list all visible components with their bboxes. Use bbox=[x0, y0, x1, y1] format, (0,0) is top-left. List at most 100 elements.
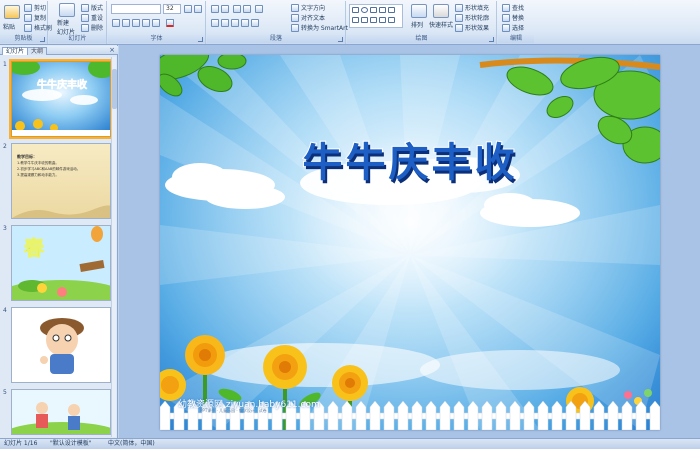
star-shape-icon[interactable] bbox=[361, 17, 368, 23]
arrow-shape-icon[interactable] bbox=[379, 7, 386, 13]
format-painter-button[interactable]: 格式刷 bbox=[24, 23, 52, 32]
line-shape-icon[interactable] bbox=[370, 7, 377, 13]
font-color-button[interactable] bbox=[166, 19, 174, 27]
triangle-shape-icon[interactable] bbox=[388, 7, 395, 13]
oval-shape-icon[interactable] bbox=[361, 7, 368, 13]
copy-label: 复制 bbox=[34, 15, 47, 22]
shapes-row-1 bbox=[351, 7, 396, 15]
arrange-icon bbox=[411, 4, 427, 18]
new-slide-button[interactable]: 新建 幻灯片 bbox=[57, 18, 75, 36]
drawing-launcher-icon[interactable] bbox=[489, 37, 494, 42]
align-right-button[interactable] bbox=[231, 19, 239, 27]
delete-button[interactable]: 删除 bbox=[81, 23, 103, 32]
rectangle-shape-icon[interactable] bbox=[352, 7, 359, 13]
replace-icon bbox=[502, 13, 510, 22]
align-text-button[interactable]: 对齐文本 bbox=[291, 13, 325, 22]
copy-button[interactable]: 复制 bbox=[24, 13, 46, 22]
shadow-button[interactable] bbox=[152, 19, 160, 27]
clipboard-launcher-icon[interactable] bbox=[40, 37, 45, 42]
slide-4-preview bbox=[12, 308, 110, 382]
slide-thumbnail-2[interactable]: 教学目标： 1.教学牛牛庆丰收的歌曲。 2.初步学习ABC和AAB的邮件游戏活动… bbox=[11, 143, 111, 219]
convert-smartart-button[interactable]: 转换为 SmartArt bbox=[291, 23, 348, 32]
drawing-group-label: 绘图 bbox=[347, 35, 496, 43]
status-bar: 幻灯片 1/16 "默认设计模板" 中文(简体，中国) bbox=[0, 438, 700, 449]
bullets-icon bbox=[211, 5, 219, 13]
bold-button[interactable] bbox=[112, 19, 120, 27]
callout-shape-icon[interactable] bbox=[370, 17, 377, 23]
reset-button[interactable]: 重设 bbox=[81, 13, 103, 22]
text-direction-button[interactable]: 文字方向 bbox=[291, 3, 325, 12]
slide-thumbnail-5[interactable] bbox=[11, 389, 111, 435]
more-shapes-icon[interactable] bbox=[388, 17, 395, 23]
replace-button[interactable]: 替换 bbox=[502, 13, 524, 22]
grow-font-button[interactable] bbox=[184, 5, 192, 13]
text-direction-icon bbox=[291, 3, 299, 12]
align-left-icon bbox=[211, 19, 219, 27]
font-group-label: 字体 bbox=[108, 35, 205, 43]
watermark-subtext: PPT课件 · 儿童乐园 · 教学设计 · 试卷 bbox=[200, 408, 267, 413]
bullets-button[interactable] bbox=[211, 5, 219, 13]
underline-icon bbox=[132, 19, 140, 27]
font-size-select[interactable]: 32 bbox=[163, 4, 181, 14]
align-left-button[interactable] bbox=[211, 19, 219, 27]
select-button[interactable]: 选择 bbox=[502, 23, 524, 32]
smartart-label: 转换为 SmartArt bbox=[301, 25, 348, 32]
slide-background-art bbox=[160, 55, 660, 430]
paragraph-launcher-icon[interactable] bbox=[338, 37, 343, 42]
slides-pane-scrollbar[interactable] bbox=[111, 57, 117, 437]
shape-outline-button[interactable]: 形状轮廓 bbox=[455, 13, 489, 22]
close-pane-icon[interactable]: × bbox=[109, 46, 115, 54]
slide-thumbnail-4[interactable] bbox=[11, 307, 111, 383]
outdent-icon bbox=[233, 5, 241, 13]
shape-effects-button[interactable]: 形状效果 bbox=[455, 23, 489, 32]
arrange-label: 排列 bbox=[411, 22, 424, 29]
shrink-font-button[interactable] bbox=[194, 5, 202, 13]
quick-styles-label: 快速样式 bbox=[429, 22, 454, 29]
strikethrough-icon bbox=[142, 19, 150, 27]
quick-styles-button[interactable]: 快速样式 bbox=[429, 20, 453, 29]
font-name-select[interactable] bbox=[111, 4, 161, 14]
align-text-icon bbox=[291, 13, 299, 22]
paste-button[interactable]: 粘贴 bbox=[3, 22, 15, 31]
shape-outline-label: 形状轮廓 bbox=[465, 15, 490, 22]
tab-outline[interactable]: 大纲 bbox=[27, 47, 48, 55]
main-slide[interactable]: 牛牛庆丰收 幼教资源网 ziyuan.baby611.com PPT课件 · 儿… bbox=[160, 55, 660, 430]
paragraph-group-label: 段落 bbox=[207, 35, 345, 43]
slide-count-status: 幻灯片 1/16 bbox=[4, 440, 38, 447]
italic-icon bbox=[122, 19, 130, 27]
tab-slides[interactable]: 幻灯片 bbox=[2, 47, 29, 55]
increase-indent-button[interactable] bbox=[243, 5, 251, 13]
slide-1-thumb-title: 牛牛庆丰收 bbox=[37, 80, 88, 92]
numbering-button[interactable] bbox=[221, 5, 229, 13]
language-status: 中文(简体，中国) bbox=[108, 440, 155, 447]
cut-button[interactable]: 剪切 bbox=[24, 3, 46, 12]
find-button[interactable]: 查找 bbox=[502, 3, 524, 12]
scrollbar-thumb[interactable] bbox=[112, 69, 117, 109]
font-group: 32 字体 bbox=[108, 1, 206, 44]
brace-shape-icon[interactable] bbox=[352, 17, 359, 23]
font-launcher-icon[interactable] bbox=[198, 37, 203, 42]
justify-button[interactable] bbox=[241, 19, 249, 27]
block-arrow-shape-icon[interactable] bbox=[379, 17, 386, 23]
select-label: 选择 bbox=[512, 25, 525, 32]
strikethrough-button[interactable] bbox=[142, 19, 150, 27]
theme-status: "默认设计模板" bbox=[50, 440, 92, 447]
layout-button[interactable]: 版式 bbox=[81, 3, 103, 12]
shape-fill-button[interactable]: 形状填充 bbox=[455, 3, 489, 12]
slide-thumbnail-1[interactable]: 牛牛庆丰收 bbox=[9, 59, 113, 139]
arrange-button[interactable]: 排列 bbox=[411, 20, 423, 29]
align-center-icon bbox=[221, 19, 229, 27]
text-direction-label: 文字方向 bbox=[301, 5, 326, 12]
scissors-icon bbox=[24, 3, 32, 12]
line-spacing-button[interactable] bbox=[255, 5, 263, 13]
slide-thumbnail-3[interactable]: 春 bbox=[11, 225, 111, 301]
italic-button[interactable] bbox=[122, 19, 130, 27]
underline-button[interactable] bbox=[132, 19, 140, 27]
align-center-button[interactable] bbox=[221, 19, 229, 27]
slide-title[interactable]: 牛牛庆丰收 bbox=[160, 130, 660, 188]
align-right-icon bbox=[231, 19, 239, 27]
shapes-gallery[interactable] bbox=[349, 4, 403, 28]
decrease-indent-button[interactable] bbox=[233, 5, 241, 13]
font-color-icon bbox=[166, 19, 174, 27]
columns-button[interactable] bbox=[251, 19, 259, 27]
